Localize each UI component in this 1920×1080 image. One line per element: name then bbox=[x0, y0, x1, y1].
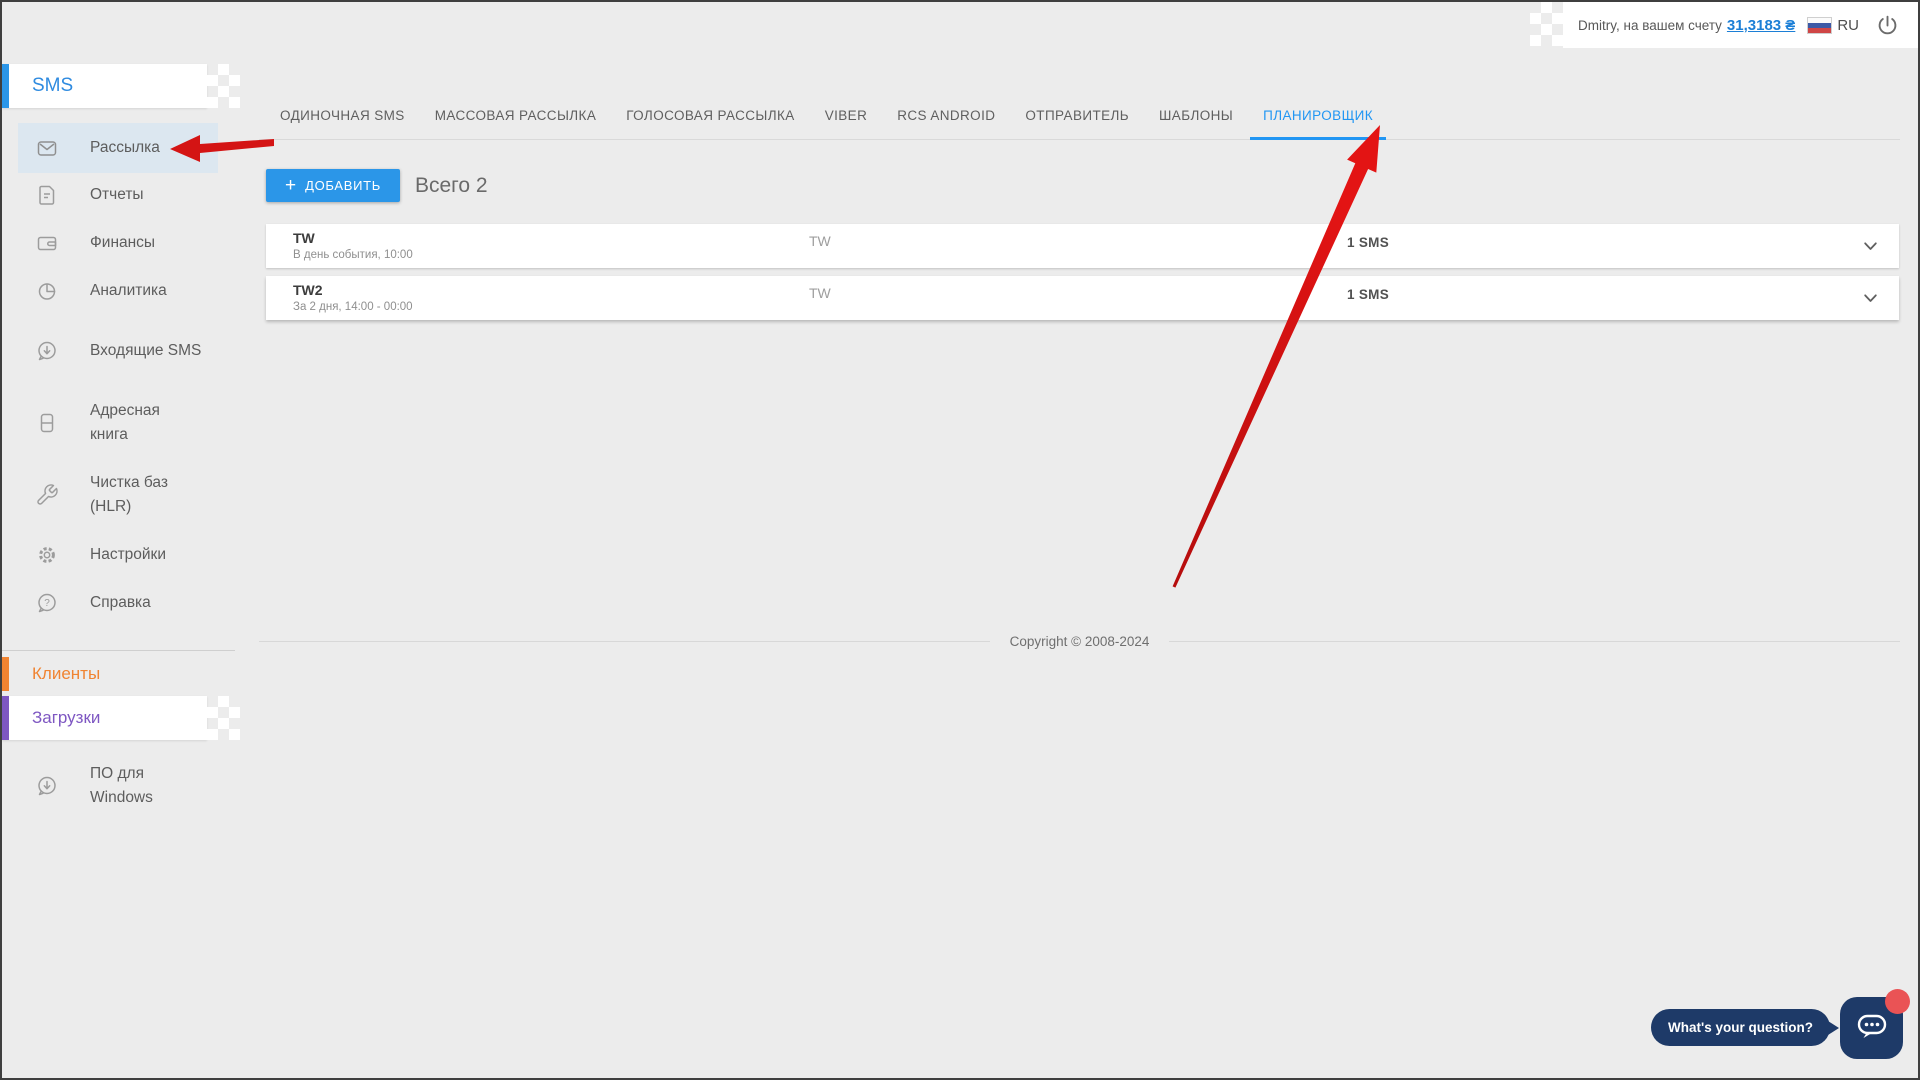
sidebar-item-finansy[interactable]: Финансы bbox=[18, 219, 218, 267]
chat-bubble-icon bbox=[1854, 1011, 1890, 1045]
tab-odinochnaya-sms[interactable]: ОДИНОЧНАЯ SMS bbox=[265, 92, 420, 139]
sidebar-item-label: Загрузки bbox=[32, 708, 101, 727]
sidebar-item-vhodyashchie-sms[interactable]: Входящие SMS bbox=[18, 327, 218, 375]
envelope-icon bbox=[35, 136, 59, 160]
tab-bar: ОДИНОЧНАЯ SMS МАССОВАЯ РАССЫЛКА ГОЛОСОВА… bbox=[259, 92, 1900, 140]
sidebar-item-rassylka[interactable]: Рассылка bbox=[18, 123, 218, 173]
wrench-icon bbox=[35, 483, 59, 507]
chevron-down-icon[interactable] bbox=[1862, 290, 1879, 307]
help-bubble-icon: ? bbox=[35, 591, 59, 615]
campaign-schedule: В день события, 10:00 bbox=[293, 249, 413, 261]
divider-line bbox=[1169, 641, 1901, 642]
sidebar-item-label: Входящие SMS bbox=[90, 342, 202, 359]
campaign-volume: 1 SMS bbox=[1347, 287, 1390, 302]
scheduler-row[interactable]: TW2 За 2 дня, 14:00 - 00:00 TW 1 SMS bbox=[266, 276, 1899, 320]
sidebar-item-adresnaya-kniga[interactable]: Адресная книга bbox=[18, 399, 218, 447]
arrow-to-planirovshchik bbox=[1172, 125, 1380, 588]
chat-prompt-bubble[interactable]: What's your question? bbox=[1651, 1009, 1839, 1046]
sidebar-item-label: Настройки bbox=[90, 546, 167, 563]
sidebar-item-otchety[interactable]: Отчеты bbox=[18, 171, 218, 219]
sidebar: SMS Рассылка Отчеты Финансы Аналитика Вх… bbox=[2, 2, 240, 1078]
scheduler-row[interactable]: TW В день события, 10:00 TW 1 SMS bbox=[266, 224, 1899, 268]
address-book-icon bbox=[35, 411, 59, 435]
add-button-label: ДОБАВИТЬ bbox=[305, 178, 382, 193]
download-bubble-icon bbox=[35, 774, 59, 798]
sidebar-item-po-dlya-windows[interactable]: ПО для Windows bbox=[18, 760, 218, 812]
sidebar-item-spravka[interactable]: ? Справка bbox=[18, 579, 218, 627]
section-accent-bar bbox=[2, 64, 9, 108]
sidebar-item-klienty[interactable]: Клиенты bbox=[2, 657, 207, 691]
sidebar-item-label: Справка bbox=[90, 594, 151, 611]
divider-line bbox=[259, 641, 990, 642]
row-titles: TW В день события, 10:00 bbox=[293, 230, 413, 261]
sidebar-item-nastrojki[interactable]: Настройки bbox=[18, 531, 218, 579]
balance-link[interactable]: 31,3183 ₴ bbox=[1727, 17, 1795, 34]
user-greeting: Dmitry, на вашем счету bbox=[1578, 17, 1722, 33]
inbox-bubble-icon bbox=[35, 339, 59, 363]
tab-massovaya-rassylka[interactable]: МАССОВАЯ РАССЫЛКА bbox=[420, 92, 612, 139]
campaign-title: TW2 bbox=[293, 282, 323, 298]
sidebar-item-label: Аналитика bbox=[90, 282, 167, 299]
pixel-decoration bbox=[207, 696, 240, 740]
total-count: Всего 2 bbox=[415, 173, 488, 197]
sidebar-item-label: Финансы bbox=[90, 234, 156, 251]
gear-icon bbox=[35, 543, 59, 567]
campaign-title: TW bbox=[293, 230, 315, 246]
add-button[interactable]: + ДОБАВИТЬ bbox=[266, 169, 400, 202]
section-title: SMS bbox=[32, 75, 74, 96]
sidebar-item-label: Клиенты bbox=[32, 664, 101, 683]
wallet-icon bbox=[35, 231, 59, 255]
user-panel: Dmitry, на вашем счету 31,3183 ₴ RU bbox=[1530, 2, 1918, 48]
app-window: Dmitry, на вашем счету 31,3183 ₴ RU SMS bbox=[0, 0, 1920, 1080]
section-accent-bar bbox=[2, 657, 9, 691]
campaign-volume: 1 SMS bbox=[1347, 235, 1390, 250]
footer: Copyright © 2008-2024 bbox=[259, 634, 1901, 649]
chat-prompt-text: What's your question? bbox=[1668, 1020, 1813, 1035]
tab-shablony[interactable]: ШАБЛОНЫ bbox=[1144, 92, 1248, 139]
copyright-text: Copyright © 2008-2024 bbox=[1009, 634, 1150, 649]
pie-chart-icon bbox=[35, 279, 59, 303]
campaign-schedule: За 2 дня, 14:00 - 00:00 bbox=[293, 301, 413, 313]
plus-icon: + bbox=[284, 175, 297, 196]
power-icon bbox=[1875, 13, 1900, 38]
sidebar-item-label: Чистка баз (HLR) bbox=[90, 474, 168, 515]
sidebar-item-label: ПО для Windows bbox=[90, 765, 153, 806]
sidebar-item-analitika[interactable]: Аналитика bbox=[18, 267, 218, 315]
pixel-decoration bbox=[207, 64, 240, 108]
sidebar-item-zagruzki[interactable]: Загрузки bbox=[2, 696, 240, 740]
campaign-sender: TW bbox=[809, 233, 831, 249]
report-icon bbox=[35, 183, 59, 207]
section-accent-bar bbox=[2, 696, 9, 740]
sidebar-item-label: Отчеты bbox=[90, 186, 144, 203]
tab-golosovaya-rassylka[interactable]: ГОЛОСОВАЯ РАССЫЛКА bbox=[611, 92, 809, 139]
tab-otpravitel[interactable]: ОТПРАВИТЕЛЬ bbox=[1010, 92, 1144, 139]
sidebar-section-sms: SMS bbox=[2, 64, 240, 108]
chat-button[interactable] bbox=[1840, 989, 1910, 1059]
campaign-sender: TW bbox=[809, 285, 831, 301]
tab-viber[interactable]: VIBER bbox=[810, 92, 883, 139]
tab-planirovshchik[interactable]: ПЛАНИРОВЩИК bbox=[1248, 92, 1388, 140]
svg-text:?: ? bbox=[44, 598, 50, 609]
sidebar-item-label: Адресная книга bbox=[90, 402, 160, 443]
language-code: RU bbox=[1837, 16, 1859, 34]
annotation-arrows bbox=[170, 125, 1380, 588]
pixel-decoration bbox=[1530, 2, 1563, 46]
sidebar-divider bbox=[2, 650, 235, 651]
row-titles: TW2 За 2 дня, 14:00 - 00:00 bbox=[293, 282, 413, 313]
sidebar-item-chistka-baz[interactable]: Чистка баз (HLR) bbox=[18, 471, 218, 519]
notification-dot bbox=[1885, 989, 1910, 1014]
sidebar-item-label: Рассылка bbox=[90, 139, 160, 156]
logout-button[interactable] bbox=[1875, 13, 1900, 38]
language-switch[interactable]: RU bbox=[1807, 16, 1859, 34]
chevron-down-icon[interactable] bbox=[1862, 238, 1879, 255]
flag-ru-icon bbox=[1807, 16, 1833, 34]
tab-rcs-android[interactable]: RCS ANDROID bbox=[882, 92, 1010, 139]
